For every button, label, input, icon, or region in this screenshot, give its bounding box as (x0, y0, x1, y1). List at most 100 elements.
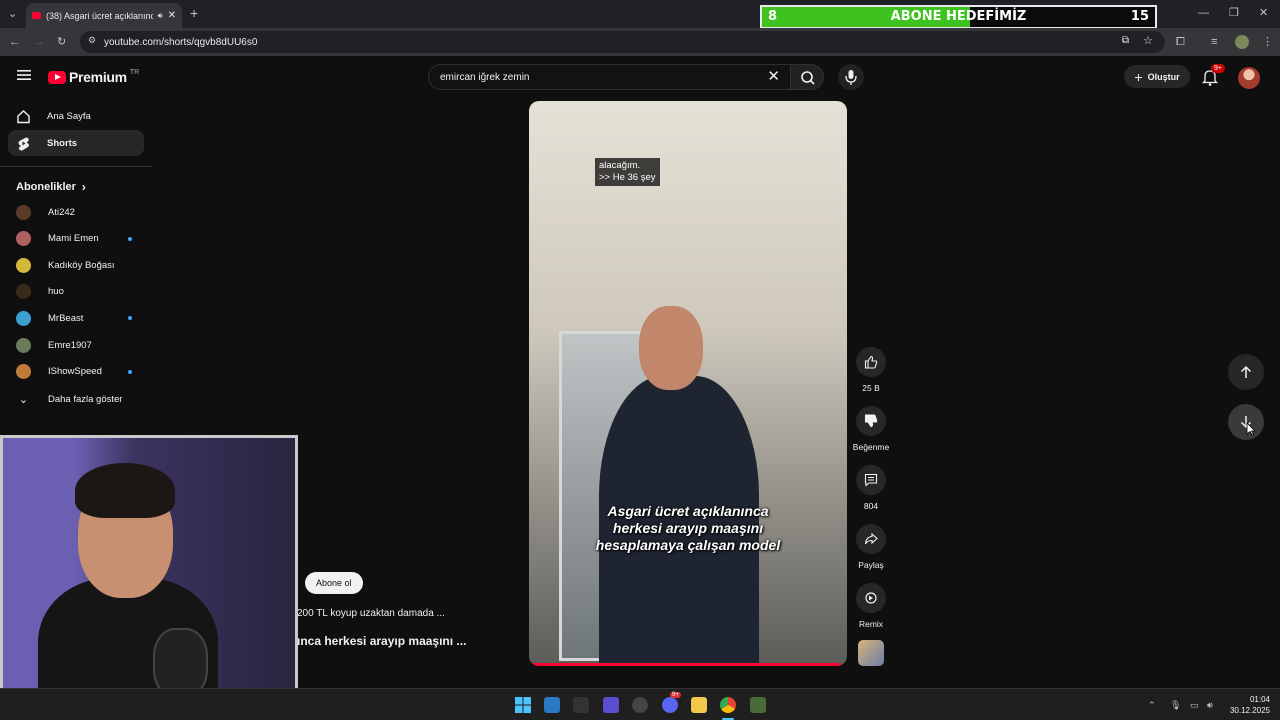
mouse-cursor-icon (1246, 422, 1256, 436)
subscription-name: Emre1907 (48, 339, 92, 351)
url-text: youtube.com/shorts/qgvb8dUU6s0 (104, 36, 258, 48)
tab-close-icon[interactable]: ✕ (168, 10, 176, 21)
create-button[interactable]: + Oluştur (1124, 65, 1190, 88)
tab-search-icon[interactable]: ⌄ (8, 7, 17, 21)
minimize-icon[interactable]: — (1198, 6, 1209, 20)
goal-target: 15 (1130, 9, 1149, 24)
channel-avatar (16, 231, 31, 247)
youtube-play-icon (48, 70, 66, 84)
clear-search-icon[interactable]: ✕ (767, 68, 780, 86)
clock-time: 01:04 (1249, 695, 1270, 704)
outlook-icon[interactable] (544, 697, 560, 713)
comment-icon (856, 465, 886, 495)
search-icon (801, 71, 815, 85)
microphone-icon (845, 70, 857, 85)
sidebar-divider (0, 166, 152, 167)
video-progress-bar[interactable] (529, 663, 841, 666)
discord-icon[interactable]: 9+ (662, 692, 681, 713)
caption-line: alacağım. (599, 160, 641, 171)
chrome-menu-icon[interactable]: ⋮ (1262, 35, 1273, 49)
browser-tab[interactable]: (38) Asgari ücret açıklanınca 🔊︎ ✕ (26, 3, 182, 28)
subscription-item[interactable]: MrBeast (16, 305, 140, 331)
bookmark-star-icon[interactable]: ☆ (1143, 34, 1153, 47)
share-button[interactable]: Paylaş (856, 524, 886, 570)
file-explorer-icon[interactable] (691, 697, 707, 713)
guide-menu-icon[interactable] (17, 69, 31, 81)
window-close-icon[interactable]: ✕ (1259, 6, 1268, 20)
browser-toolbar: ← → ↻ ⚙ youtube.com/shorts/qgvb8dUU6s0 ⧉… (0, 28, 1280, 56)
install-app-icon[interactable]: ⧉ (1122, 35, 1129, 46)
windows-start-icon[interactable] (515, 697, 531, 713)
subscribe-button[interactable]: Abone ol (305, 572, 363, 594)
sidebar-item-shorts[interactable]: Shorts (8, 130, 144, 156)
caption-line: >> He 36 şey (599, 172, 656, 183)
closed-captions: alacağım. >> He 36 şey (595, 158, 660, 186)
subscription-item[interactable]: huo (16, 279, 140, 305)
reload-icon[interactable]: ↻ (57, 35, 66, 49)
short-video-player[interactable]: alacağım. >> He 36 şey Asgari ücret açık… (529, 101, 847, 666)
address-bar[interactable]: ⚙ youtube.com/shorts/qgvb8dUU6s0 ⧉ ☆ (80, 31, 1165, 53)
extensions-icon[interactable]: ⧠ (1176, 35, 1185, 49)
notifications-button[interactable]: 9+ (1200, 64, 1225, 87)
speaker-icon[interactable]: 🔊︎ (158, 11, 163, 21)
thumbs-up-icon (856, 347, 886, 377)
app-icon[interactable] (603, 697, 619, 713)
remix-button[interactable]: Remix (856, 583, 886, 629)
subscription-item[interactable]: IShowSpeed (16, 359, 140, 385)
site-info-icon[interactable]: ⚙ (88, 35, 96, 46)
show-more-button[interactable]: ⌄ Daha fazla göster (16, 386, 140, 412)
previous-short-button[interactable] (1228, 354, 1264, 390)
video-person (599, 306, 759, 666)
comments-button[interactable]: 804 (856, 465, 886, 511)
video-person-head (639, 306, 703, 390)
sidebar-item-label: Shorts (47, 137, 78, 149)
short-title[interactable]: ınca herkesi arayıp maaşını ... (297, 634, 466, 648)
like-count: 25 B (862, 383, 880, 393)
tray-chevron-icon[interactable]: ⌃ (1148, 698, 1156, 712)
dislike-button[interactable]: Beğenme (851, 406, 891, 452)
subscription-item[interactable]: Mami Emen (16, 226, 140, 252)
subscriber-goal-overlay: 8 ABONE HEDEFİMİZ 15 (760, 5, 1157, 29)
search-input[interactable]: emircan iğrek zemin ✕ (428, 64, 790, 90)
account-avatar[interactable] (1238, 67, 1260, 89)
subscription-name: MrBeast (48, 312, 84, 324)
plus-icon: + (1134, 68, 1143, 85)
sidebar-item-home[interactable]: Ana Sayfa (8, 103, 144, 129)
notification-badge: 9+ (1211, 64, 1225, 73)
voice-search-button[interactable] (838, 64, 864, 90)
capcut-icon[interactable] (573, 697, 589, 713)
remix-label: Remix (858, 619, 884, 629)
subscriptions-heading[interactable]: Abonelikler › (16, 180, 86, 194)
new-tab-icon[interactable]: + (190, 6, 198, 20)
browser-tab-bar: ⌄ (38) Asgari ücret açıklanınca 🔊︎ ✕ + 8… (0, 0, 1280, 29)
chevron-right-icon: › (81, 180, 86, 194)
taskbar-clock[interactable]: 01:04 30.12.2025 (1226, 694, 1270, 716)
reading-list-icon[interactable]: ≡ (1211, 35, 1217, 49)
streamer-webcam (0, 435, 298, 720)
channel-avatar (16, 310, 31, 326)
subscription-item[interactable]: Emre1907 (16, 332, 140, 358)
comment-count: 804 (863, 501, 879, 511)
game-app-icon[interactable] (750, 697, 766, 713)
subscription-item[interactable]: Ati242 (16, 199, 140, 225)
tray-volume-icon[interactable]: 🔊︎ (1207, 698, 1213, 712)
search-query: emircan iğrek zemin (440, 71, 530, 83)
profile-icon[interactable] (1235, 35, 1249, 49)
subscription-item[interactable]: Kadıköy Boğası (16, 252, 140, 278)
youtube-logo[interactable]: Premium TR (48, 69, 139, 85)
new-content-dot (128, 236, 132, 241)
sound-thumbnail[interactable] (858, 640, 884, 666)
chrome-icon[interactable] (720, 697, 736, 713)
maximize-icon[interactable]: ❐ (1229, 6, 1239, 20)
overlay-line: hesaplamaya çalışan model (595, 537, 781, 553)
subscription-name: huo (48, 286, 64, 298)
tray-mic-icon[interactable]: 🎙︎ (1170, 698, 1181, 712)
forward-icon[interactable]: → (34, 35, 45, 49)
tray-display-icon[interactable]: ▭ (1190, 698, 1199, 712)
short-music-line[interactable]: 200 TL koyup uzaktan damada ... (297, 608, 445, 619)
obs-icon[interactable] (632, 697, 648, 713)
home-icon (17, 109, 30, 123)
like-button[interactable]: 25 B (856, 347, 886, 393)
search-button[interactable] (790, 64, 824, 90)
back-icon[interactable]: ← (9, 35, 20, 49)
